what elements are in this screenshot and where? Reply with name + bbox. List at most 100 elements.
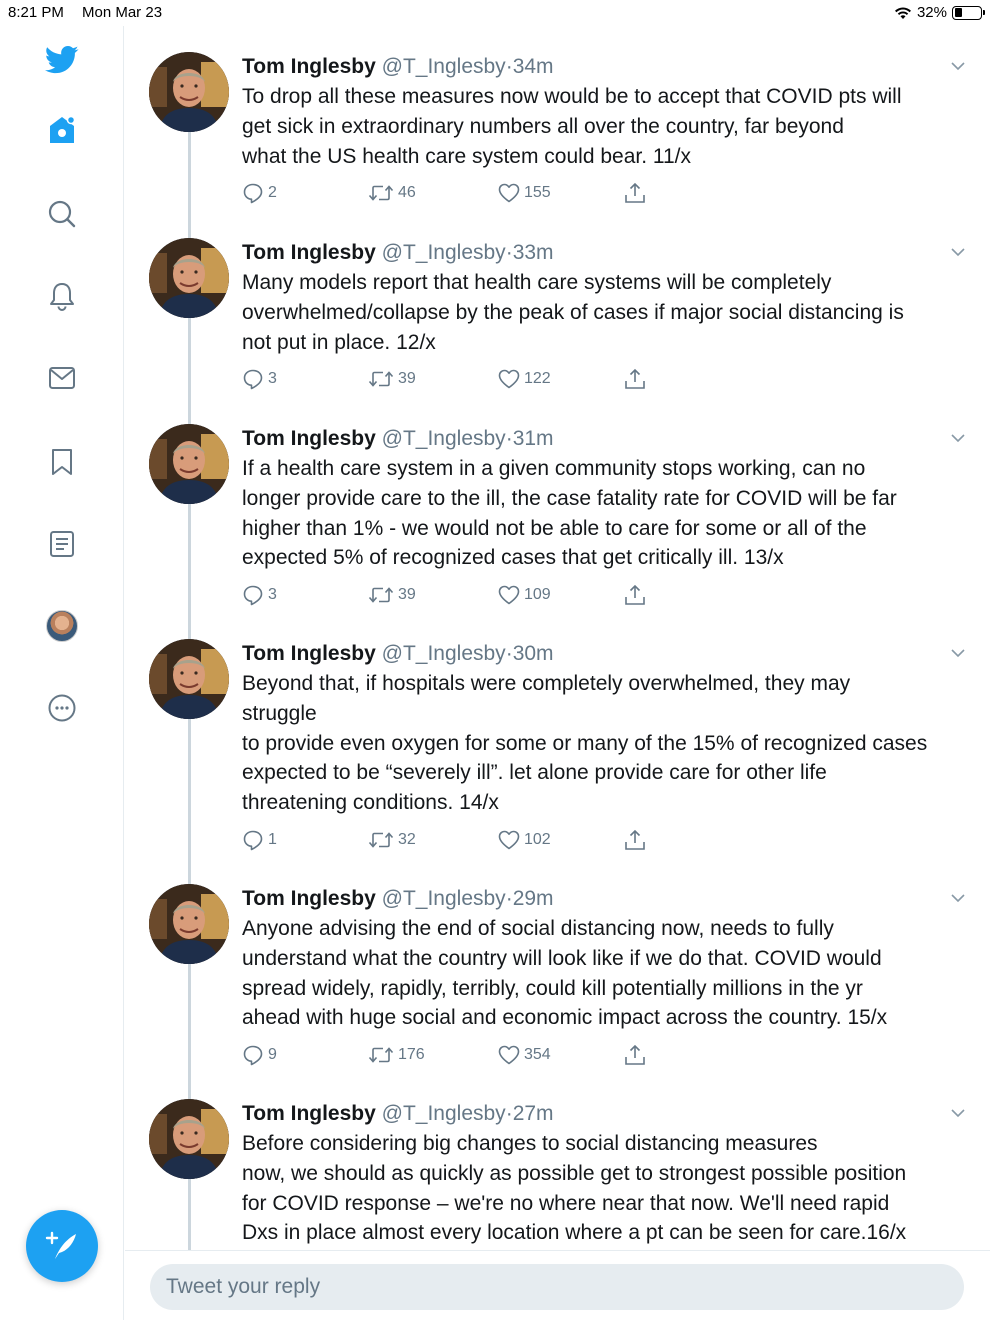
author-avatar[interactable] xyxy=(149,639,229,719)
like-button[interactable]: 109 xyxy=(498,580,551,610)
author-handle[interactable]: @T_Inglesby xyxy=(382,427,506,450)
retweet-button[interactable]: 176 xyxy=(368,1040,425,1070)
status-time: 8:21 PM xyxy=(8,4,64,21)
bookmark-icon[interactable] xyxy=(42,442,82,482)
author-handle[interactable]: @T_Inglesby xyxy=(382,55,506,78)
tweet-body: Tom Inglesby @T_Inglesby·30m Beyond that… xyxy=(242,639,972,855)
author-name[interactable]: Tom Inglesby xyxy=(242,1102,376,1125)
tweet-actions: 3 39 109 xyxy=(242,580,972,610)
separator-dot: · xyxy=(505,241,513,264)
tweet-time[interactable]: 34m xyxy=(513,55,554,78)
chevron-down-icon[interactable] xyxy=(948,242,968,262)
author-handle[interactable]: @T_Inglesby xyxy=(382,642,506,665)
reply-bar xyxy=(125,1250,990,1320)
like-button[interactable]: 122 xyxy=(498,364,551,394)
like-button[interactable]: 102 xyxy=(498,825,551,855)
author-avatar[interactable] xyxy=(149,884,229,964)
like-count: 122 xyxy=(524,370,551,388)
separator-dot: · xyxy=(505,427,513,450)
reply-input[interactable] xyxy=(150,1264,964,1310)
mail-icon[interactable] xyxy=(42,358,82,398)
tweet-time[interactable]: 30m xyxy=(513,642,554,665)
retweet-icon xyxy=(368,587,394,603)
tweet-header: Tom Inglesby @T_Inglesby·33m xyxy=(242,238,972,268)
like-button[interactable]: 155 xyxy=(498,178,551,208)
tweet-actions: 9 176 354 xyxy=(242,1040,972,1070)
author-avatar[interactable] xyxy=(149,238,229,318)
tweet-thread: Tom Inglesby @T_Inglesby·34m To drop all… xyxy=(125,26,990,1250)
separator-dot: · xyxy=(505,1102,513,1125)
reply-count: 9 xyxy=(268,1046,277,1064)
reply-icon xyxy=(243,585,263,606)
status-date: Mon Mar 23 xyxy=(82,4,163,21)
reply-button[interactable]: 9 xyxy=(242,1040,277,1070)
tweet-body: Tom Inglesby @T_Inglesby·31m If a health… xyxy=(242,424,972,610)
tweet-text: Many models report that health care syst… xyxy=(242,271,904,354)
tweet-time[interactable]: 27m xyxy=(513,1102,554,1125)
chevron-down-icon[interactable] xyxy=(948,1103,968,1123)
heart-icon xyxy=(498,1045,520,1065)
share-button[interactable] xyxy=(624,1040,646,1070)
retweet-count: 39 xyxy=(398,586,416,604)
lists-icon[interactable] xyxy=(42,524,82,564)
author-name[interactable]: Tom Inglesby xyxy=(242,55,376,78)
retweet-button[interactable]: 39 xyxy=(368,364,416,394)
share-button[interactable] xyxy=(624,178,646,208)
share-icon xyxy=(625,1045,645,1065)
tweet-time[interactable]: 31m xyxy=(513,427,554,450)
author-handle[interactable]: @T_Inglesby xyxy=(382,1102,506,1125)
chevron-down-icon[interactable] xyxy=(948,643,968,663)
retweet-button[interactable]: 39 xyxy=(368,580,416,610)
heart-icon xyxy=(498,830,520,850)
profile-avatar[interactable] xyxy=(42,606,82,646)
reply-count: 1 xyxy=(268,830,277,848)
reply-count: 3 xyxy=(268,586,277,604)
tweet-actions: 3 39 122 xyxy=(242,364,972,394)
retweet-icon xyxy=(368,371,394,388)
author-name[interactable]: Tom Inglesby xyxy=(242,427,376,450)
tweet-time[interactable]: 29m xyxy=(513,887,554,910)
status-right: 32% xyxy=(894,4,985,21)
retweet-button[interactable]: 32 xyxy=(368,825,416,855)
author-handle[interactable]: @T_Inglesby xyxy=(382,887,506,910)
chevron-down-icon[interactable] xyxy=(948,428,968,448)
retweet-icon xyxy=(368,1047,394,1063)
tweet-time[interactable]: 33m xyxy=(513,241,554,264)
chevron-down-icon[interactable] xyxy=(948,56,968,76)
heart-icon xyxy=(498,585,520,605)
bell-icon[interactable] xyxy=(42,276,82,316)
author-name[interactable]: Tom Inglesby xyxy=(242,887,376,910)
author-avatar[interactable] xyxy=(149,52,229,132)
like-button[interactable]: 354 xyxy=(498,1040,551,1070)
reply-button[interactable]: 2 xyxy=(242,178,277,208)
share-button[interactable] xyxy=(624,825,646,855)
reply-button[interactable]: 1 xyxy=(242,825,277,855)
more-icon[interactable] xyxy=(42,688,82,728)
share-icon xyxy=(625,585,645,605)
retweet-button[interactable]: 46 xyxy=(368,178,416,208)
tweet-actions: 2 46 155 xyxy=(242,178,972,208)
author-avatar[interactable] xyxy=(149,1099,229,1179)
retweet-count: 46 xyxy=(398,184,416,202)
author-name[interactable]: Tom Inglesby xyxy=(242,642,376,665)
chevron-down-icon[interactable] xyxy=(948,888,968,908)
like-count: 102 xyxy=(524,830,551,848)
author-name[interactable]: Tom Inglesby xyxy=(242,241,376,264)
like-count: 354 xyxy=(524,1046,551,1064)
share-icon xyxy=(625,829,645,850)
retweet-icon xyxy=(368,832,394,848)
compose-tweet-icon xyxy=(45,1231,76,1259)
reply-icon xyxy=(243,184,263,204)
status-bar: 8:21 PM Mon Mar 23 32% xyxy=(0,0,990,26)
reply-button[interactable]: 3 xyxy=(242,364,277,394)
share-button[interactable] xyxy=(624,580,646,610)
twitter-logo-icon[interactable] xyxy=(42,40,82,80)
share-button[interactable] xyxy=(624,364,646,394)
search-icon[interactable] xyxy=(42,194,82,234)
author-handle[interactable]: @T_Inglesby xyxy=(382,241,506,264)
reply-button[interactable]: 3 xyxy=(242,580,277,610)
like-count: 109 xyxy=(524,586,551,604)
author-avatar[interactable] xyxy=(149,424,229,504)
home-icon[interactable] xyxy=(42,110,82,150)
compose-tweet-button[interactable] xyxy=(26,1210,98,1282)
